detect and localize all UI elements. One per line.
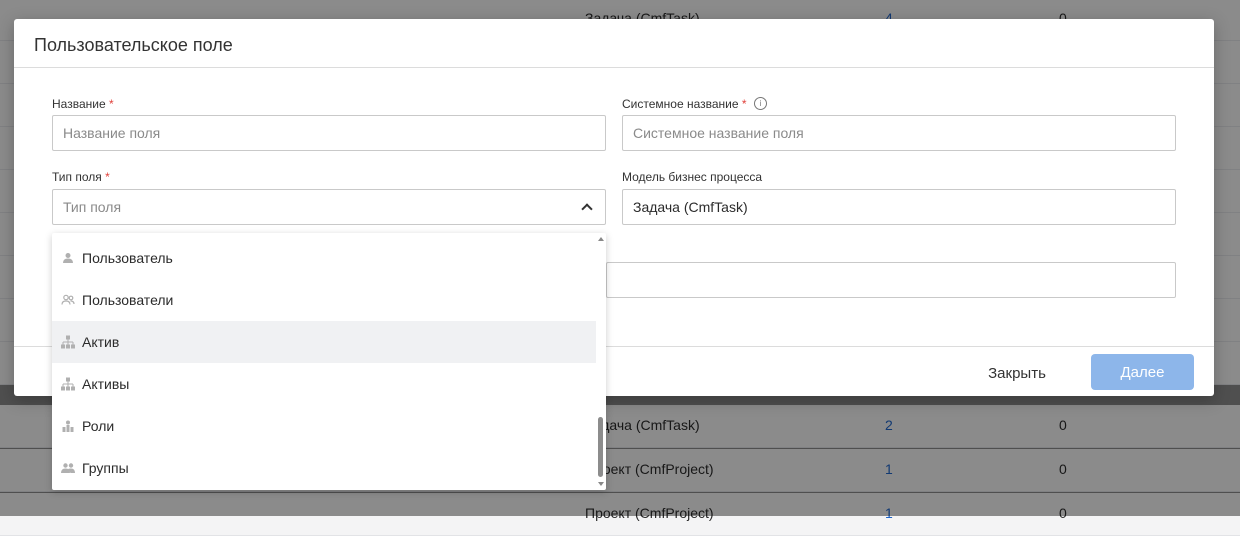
group-icon (61, 461, 75, 475)
user-icon (61, 251, 75, 265)
info-icon[interactable]: i (753, 97, 767, 111)
system-name-label: Системное название * i (622, 97, 767, 111)
chevron-up-icon (581, 203, 593, 215)
process-model-field[interactable]: Задача (CmfTask) (622, 189, 1176, 225)
dropdown-item-groups[interactable]: Группы (52, 447, 596, 489)
modal-title: Пользовательское поле (14, 19, 1214, 68)
field-type-placeholder: Тип поля (63, 199, 122, 215)
process-model-value: Задача (CmfTask) (633, 199, 748, 215)
scroll-down-icon[interactable] (598, 482, 604, 486)
dropdown-item-label: Роли (82, 418, 115, 434)
name-label: Название * (52, 97, 114, 111)
dropdown-scrollbar[interactable] (596, 233, 606, 490)
dropdown-item-label: Пользователь (82, 250, 173, 266)
process-model-label: Модель бизнес процесса (622, 170, 763, 184)
dropdown-item-users[interactable]: Пользователи (52, 279, 596, 321)
field-type-label: Тип поля * (52, 170, 110, 184)
field-type-select[interactable]: Тип поля (52, 189, 606, 225)
system-name-label-text: Системное название (622, 97, 739, 111)
close-button[interactable]: Закрыть (974, 355, 1060, 391)
dropdown-item-label: Активы (82, 376, 130, 392)
roles-icon (61, 419, 75, 433)
users-icon (61, 293, 75, 307)
hierarchy-icon (61, 335, 75, 349)
field-type-dropdown: Пользователь Пользователи Актив Активы Р… (52, 233, 606, 490)
dropdown-item-roles[interactable]: Роли (52, 405, 596, 447)
scrollbar-thumb[interactable] (598, 417, 603, 477)
dropdown-item-user[interactable]: Пользователь (52, 237, 596, 279)
required-mark: * (741, 97, 747, 111)
required-mark: * (108, 97, 114, 111)
scroll-up-icon[interactable] (598, 237, 604, 241)
field-type-label-text: Тип поля (52, 170, 102, 184)
hierarchy-icon (61, 377, 75, 391)
system-name-input[interactable] (622, 115, 1176, 151)
dropdown-item-assets[interactable]: Активы (52, 363, 596, 405)
name-label-text: Название (52, 97, 106, 111)
next-button[interactable]: Далее (1091, 354, 1194, 390)
dropdown-item-label: Актив (82, 334, 120, 350)
dropdown-item-label: Группы (82, 460, 129, 476)
dropdown-item-asset[interactable]: Актив (52, 321, 596, 363)
dropdown-item-label: Пользователи (82, 292, 174, 308)
extra-input[interactable] (606, 262, 1176, 298)
required-mark: * (105, 170, 110, 184)
name-input[interactable] (52, 115, 606, 151)
